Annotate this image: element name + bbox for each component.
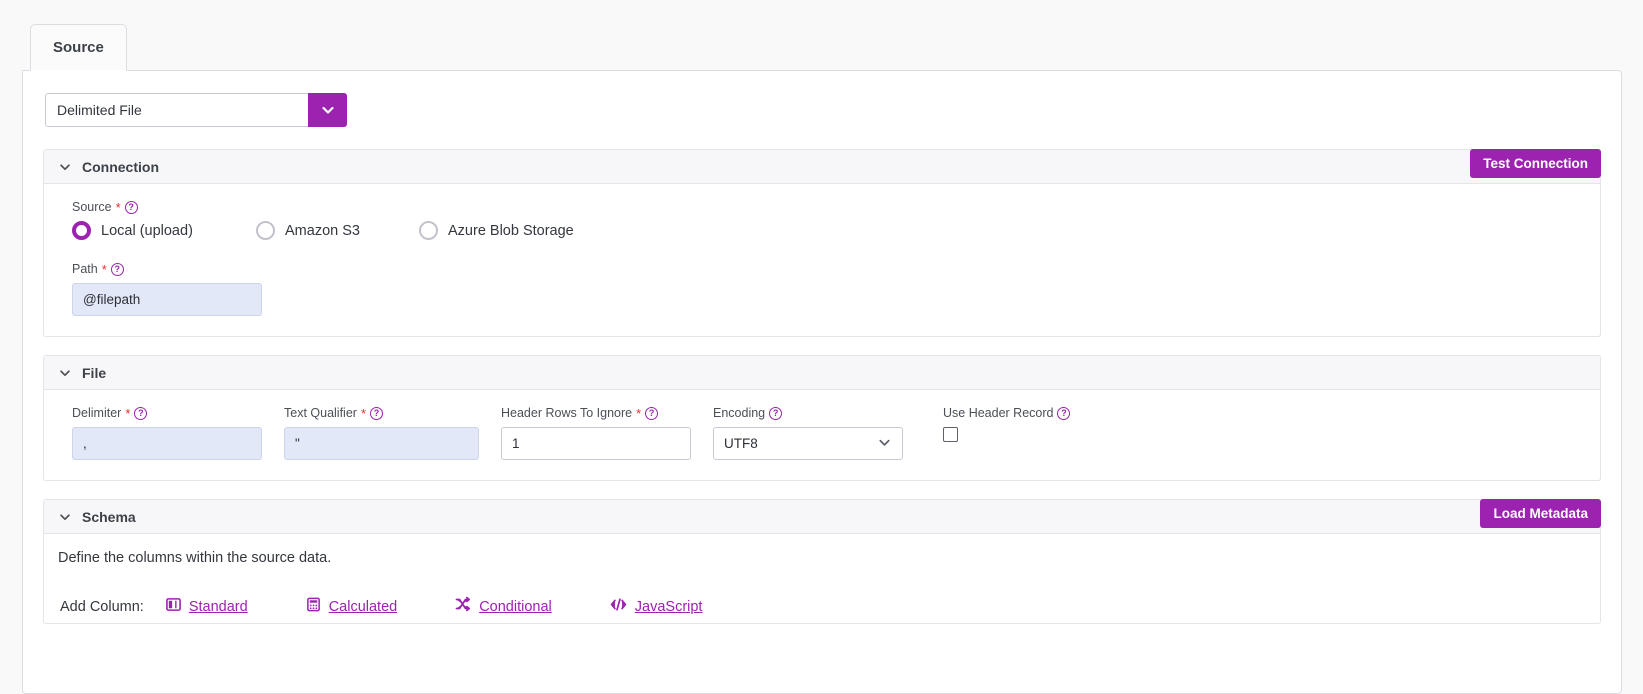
add-column-conditional-link[interactable]: Conditional [455, 596, 552, 617]
add-column-javascript-link[interactable]: JavaScript [610, 597, 703, 617]
source-type-value[interactable]: Delimited File [45, 93, 308, 127]
help-icon[interactable]: ? [124, 200, 138, 214]
required-marker: * [115, 199, 121, 215]
tab-strip: Source [22, 24, 1622, 71]
help-icon[interactable]: ? [134, 406, 148, 420]
radio-amazon-s3-label: Amazon S3 [285, 222, 360, 239]
encoding-field: Encoding ? UTF8 [713, 406, 903, 460]
columns-icon [165, 597, 181, 617]
radio-azure-blob-storage-label: Azure Blob Storage [448, 222, 574, 239]
source-field-label: Source * ? [72, 200, 1572, 214]
radio-indicator[interactable] [256, 221, 275, 240]
path-field-label-text: Path [72, 262, 98, 276]
radio-local-upload-label: Local (upload) [101, 222, 193, 239]
use-header-record-label: Use Header Record ? [943, 406, 1115, 420]
connection-section-header[interactable]: Connection Test Connection [44, 149, 1601, 184]
add-column-calculated-label: Calculated [328, 598, 398, 615]
text-qualifier-input[interactable]: " [284, 427, 479, 460]
radio-azure-blob-storage[interactable]: Azure Blob Storage [419, 221, 574, 240]
chevron-down-icon[interactable] [58, 366, 72, 380]
file-fields-grid: Delimiter * ? , Text Qualifier * ? " Hea… [72, 406, 1572, 460]
required-marker: * [636, 405, 642, 421]
chevron-down-icon[interactable] [877, 435, 892, 453]
chevron-down-icon[interactable] [308, 93, 347, 127]
tab-source-label: Source [53, 39, 104, 56]
delimiter-label-text: Delimiter [72, 406, 122, 420]
use-header-record-field: Use Header Record ? [925, 406, 1115, 442]
connection-section-body: Source * ? Local (upload) Amazon S3 Azur… [44, 184, 1600, 336]
add-column-conditional-label: Conditional [479, 598, 552, 615]
add-column-label: Add Column: [60, 598, 144, 615]
source-radio-group: Local (upload) Amazon S3 Azure Blob Stor… [72, 221, 1572, 240]
header-rows-to-ignore-field: Header Rows To Ignore * ? 1 [501, 406, 691, 460]
schema-section-title: Schema [82, 508, 136, 525]
radio-local-upload[interactable]: Local (upload) [72, 221, 256, 240]
file-section-title: File [82, 364, 107, 381]
file-section-header[interactable]: File [44, 356, 1600, 390]
help-icon[interactable]: ? [645, 406, 659, 420]
schema-section: Schema Load Metadata Define the columns … [43, 499, 1601, 624]
file-section: File Delimiter * ? , Text Qualifier * ? … [43, 355, 1601, 481]
path-input[interactable]: @filepath [72, 283, 262, 316]
header-rows-to-ignore-input[interactable]: 1 [501, 427, 691, 460]
schema-section-header[interactable]: Schema Load Metadata [44, 499, 1601, 534]
encoding-select[interactable]: UTF8 [713, 427, 903, 460]
code-icon [610, 597, 627, 617]
source-type-select[interactable]: Delimited File [45, 93, 347, 127]
connection-section: Connection Test Connection Source * ? Lo… [43, 149, 1601, 337]
chevron-down-icon[interactable] [58, 510, 72, 524]
test-connection-button[interactable]: Test Connection [1470, 149, 1601, 178]
chevron-down-icon[interactable] [58, 160, 72, 174]
source-field-label-text: Source [72, 200, 112, 214]
text-qualifier-label-text: Text Qualifier [284, 406, 357, 420]
tab-source[interactable]: Source [30, 24, 127, 71]
delimiter-input[interactable]: , [72, 427, 262, 460]
header-rows-to-ignore-label: Header Rows To Ignore * ? [501, 406, 691, 420]
path-field-label: Path * ? [72, 262, 1572, 276]
schema-description: Define the columns within the source dat… [58, 550, 332, 566]
source-panel: Delimited File Connection Test Connectio… [22, 70, 1622, 694]
use-header-record-label-text: Use Header Record [943, 406, 1054, 420]
source-tab-panel-wrapper: Source Delimited File Connection Test Co… [22, 24, 1622, 694]
file-section-body: Delimiter * ? , Text Qualifier * ? " Hea… [44, 390, 1600, 480]
encoding-label-text: Encoding [713, 406, 766, 420]
help-icon[interactable]: ? [110, 262, 124, 276]
shuffle-icon [455, 596, 471, 617]
header-rows-to-ignore-label-text: Header Rows To Ignore [501, 406, 633, 420]
connection-section-title: Connection [82, 158, 159, 175]
add-column-standard-label: Standard [188, 598, 248, 615]
radio-indicator[interactable] [419, 221, 438, 240]
add-column-row: Add Column: Standard Calculated Conditio… [44, 596, 1600, 623]
load-metadata-button[interactable]: Load Metadata [1480, 499, 1601, 528]
required-marker: * [125, 405, 131, 421]
text-qualifier-field: Text Qualifier * ? " [284, 406, 479, 460]
required-marker: * [360, 405, 367, 421]
schema-section-body: Define the columns within the source dat… [44, 534, 1600, 623]
add-column-calculated-link[interactable]: Calculated [306, 597, 398, 617]
calculator-icon [306, 597, 321, 617]
help-icon[interactable]: ? [1057, 406, 1071, 420]
radio-indicator[interactable] [72, 221, 91, 240]
encoding-select-value: UTF8 [724, 436, 758, 451]
use-header-record-checkbox[interactable] [943, 427, 958, 442]
encoding-label: Encoding ? [713, 406, 903, 420]
add-column-standard-link[interactable]: Standard [165, 597, 248, 617]
delimiter-field: Delimiter * ? , [72, 406, 262, 460]
help-icon[interactable]: ? [370, 406, 384, 420]
text-qualifier-label: Text Qualifier * ? [284, 406, 479, 420]
add-column-javascript-label: JavaScript [634, 598, 703, 615]
radio-amazon-s3[interactable]: Amazon S3 [256, 221, 419, 240]
delimiter-label: Delimiter * ? [72, 406, 262, 420]
required-marker: * [101, 261, 107, 277]
help-icon[interactable]: ? [769, 406, 783, 420]
